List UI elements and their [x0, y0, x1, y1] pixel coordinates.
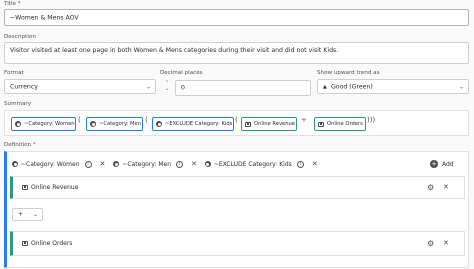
definition-segment-row: ~Category: Women i ✕ ~Category: Men i ✕ …	[12, 158, 318, 170]
segment-icon	[90, 121, 96, 127]
segment-icon	[12, 161, 18, 167]
description-label: Description	[4, 34, 36, 40]
stepper-down-icon[interactable]: ⌄	[160, 86, 174, 92]
upward-trend-select[interactable]: ▲ Good (Green) ⌄	[317, 79, 469, 94]
title-input-value: ~Women & Mens AOV	[10, 14, 79, 21]
summary-operator: (	[145, 116, 148, 124]
operator-value: +	[18, 211, 24, 218]
segment-icon	[113, 161, 120, 167]
remove-segment-men-icon[interactable]: ✕	[191, 160, 197, 168]
summary-metric-online-revenue: Online Revenue	[241, 117, 297, 131]
segment-icon	[204, 161, 211, 167]
segment-icon	[156, 121, 162, 127]
gear-icon[interactable]: ⚙	[427, 239, 434, 248]
add-button[interactable]: + Add	[430, 158, 454, 170]
remove-metric-icon[interactable]: ✕	[443, 183, 449, 191]
remove-segment-kids-icon[interactable]: ✕	[312, 160, 318, 168]
decimal-stepper[interactable]: ⌃ ⌄	[160, 80, 174, 96]
metric-icon	[22, 241, 28, 246]
description-textarea[interactable]: Visitor visited at least one page in bot…	[4, 42, 469, 64]
decimal-places-value: 0	[181, 84, 185, 92]
metric-row: Online Orders	[22, 240, 72, 247]
remove-metric-icon[interactable]: ✕	[443, 239, 449, 247]
summary-segment-women: ~Category: Women	[11, 117, 76, 131]
upward-trend-value: Good (Green)	[331, 83, 373, 90]
upward-trend-label: Show upward trend as	[317, 70, 380, 76]
summary-metric-online-orders: Online Orders	[314, 117, 366, 131]
format-label: Format	[4, 70, 24, 76]
definition-label: Definition *	[4, 142, 36, 148]
definition-segment-men[interactable]: ~Category: Men	[122, 161, 171, 168]
summary-closing-parens: )))	[367, 116, 376, 124]
operator-select[interactable]: + ⌄	[12, 208, 43, 221]
summary-divide-operator: ÷	[301, 116, 307, 124]
metric-icon	[22, 185, 28, 190]
info-icon[interactable]: i	[84, 160, 92, 168]
metric-name[interactable]: Online Orders	[31, 240, 72, 247]
decimal-places-label: Decimal places	[160, 70, 203, 76]
format-value: Currency	[10, 83, 38, 90]
summary-segment-men: ~Category: Men	[86, 117, 143, 131]
format-select[interactable]: Currency ⌄	[4, 79, 156, 94]
metric-name[interactable]: Online Revenue	[31, 184, 78, 191]
segment-icon	[15, 121, 21, 127]
metric-container-online-orders: Online Orders ⚙ ✕	[10, 231, 465, 256]
metric-row: Online Revenue	[22, 184, 78, 191]
info-icon[interactable]: i	[176, 160, 184, 168]
chevron-down-icon: ⌄	[145, 83, 151, 90]
add-circle-icon: +	[430, 160, 438, 168]
decimal-places-input[interactable]: 0	[175, 80, 311, 96]
metric-icon	[245, 121, 251, 127]
description-value: Visitor visited at least one page in bot…	[10, 47, 339, 54]
metric-icon	[318, 121, 324, 127]
chevron-down-icon: ⌄	[33, 211, 39, 218]
summary-operator: (	[78, 116, 81, 124]
definition-segment-exclude-kids[interactable]: ~EXCLUDE Category: Kids	[214, 161, 292, 168]
title-input[interactable]: ~Women & Mens AOV	[4, 9, 469, 26]
summary-label: Summary	[4, 101, 32, 107]
title-label: Title *	[4, 1, 21, 7]
metric-container-online-revenue: Online Revenue ⚙ ✕	[10, 176, 465, 199]
triangle-up-icon: ▲	[323, 83, 327, 90]
gear-icon[interactable]: ⚙	[427, 183, 434, 192]
chevron-down-icon: ⌄	[458, 83, 464, 90]
summary-operator: (	[235, 116, 238, 124]
remove-segment-women-icon[interactable]: ✕	[100, 160, 106, 168]
info-icon[interactable]: i	[296, 160, 304, 168]
definition-segment-women[interactable]: ~Category: Women	[21, 161, 80, 168]
summary-segment-exclude-kids: ~EXCLUDE Category: Kids	[152, 117, 234, 131]
